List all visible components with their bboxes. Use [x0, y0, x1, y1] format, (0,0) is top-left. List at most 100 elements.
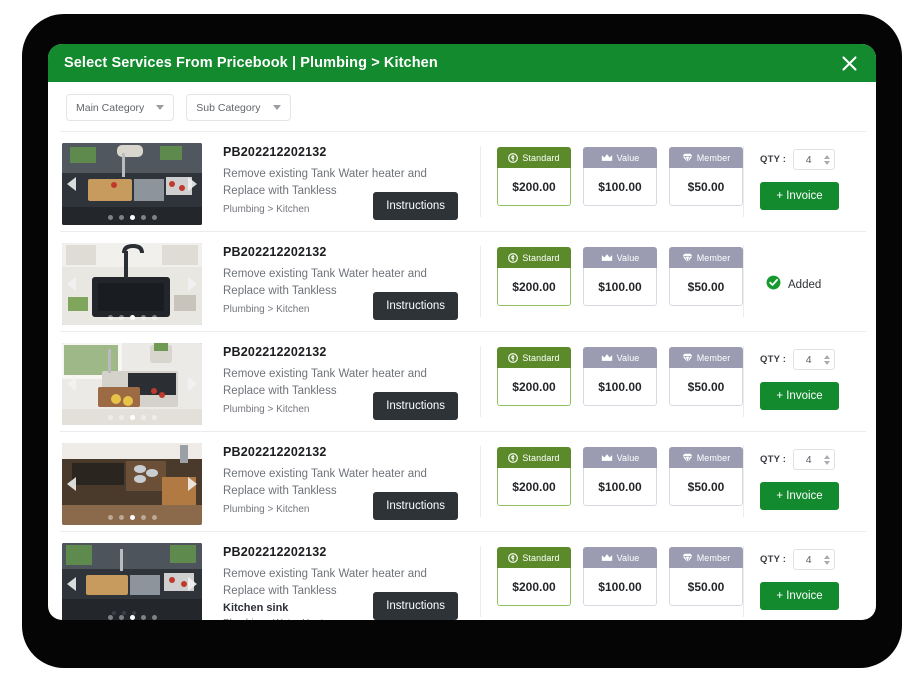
- carousel-prev-icon[interactable]: [67, 277, 76, 291]
- instructions-button[interactable]: Instructions: [373, 492, 458, 520]
- add-to-invoice-button[interactable]: + Invoice: [760, 182, 839, 210]
- carousel-dot[interactable]: [118, 615, 124, 620]
- price-card-standard[interactable]: Standard $200.00: [497, 347, 571, 406]
- service-thumbnail[interactable]: [62, 343, 202, 425]
- carousel-dot[interactable]: [129, 615, 135, 620]
- carousel-dot[interactable]: [107, 615, 113, 620]
- carousel-dot[interactable]: [151, 215, 157, 220]
- carousel-dot[interactable]: [129, 315, 135, 320]
- carousel-dot[interactable]: [107, 415, 113, 420]
- carousel-dot[interactable]: [140, 215, 146, 220]
- price-value-value: $100.00: [583, 168, 657, 206]
- sub-category-select[interactable]: Sub Category: [186, 94, 291, 121]
- carousel-dot[interactable]: [151, 415, 157, 420]
- price-value-value: $100.00: [583, 368, 657, 406]
- instructions-button[interactable]: Instructions: [373, 192, 458, 220]
- carousel-prev-icon[interactable]: [67, 477, 76, 491]
- qty-increment-icon[interactable]: [824, 454, 831, 459]
- dollar-circle-icon: [508, 452, 519, 463]
- carousel-dot[interactable]: [118, 315, 124, 320]
- instructions-button[interactable]: Instructions: [373, 292, 458, 320]
- price-card-value[interactable]: Value $100.00: [583, 247, 657, 306]
- price-card-standard[interactable]: Standard $200.00: [497, 447, 571, 506]
- price-header-member: Member: [669, 447, 743, 468]
- table-row: PB202212202132 Remove existing Tank Wate…: [60, 232, 866, 332]
- qty-value: 4: [805, 353, 812, 366]
- price-card-value[interactable]: Value $100.00: [583, 347, 657, 406]
- service-thumbnail[interactable]: [62, 543, 202, 620]
- service-thumbnail[interactable]: [62, 243, 202, 325]
- price-tier-label: Standard: [522, 352, 560, 363]
- carousel-next-icon[interactable]: [188, 477, 197, 491]
- service-thumbnail[interactable]: [62, 443, 202, 525]
- instructions-button[interactable]: Instructions: [373, 392, 458, 420]
- price-card-standard[interactable]: Standard $200.00: [497, 147, 571, 206]
- price-card-member[interactable]: Member $50.00: [669, 447, 743, 506]
- carousel-prev-icon[interactable]: [67, 577, 76, 591]
- carousel-dot[interactable]: [151, 615, 157, 620]
- carousel-next-icon[interactable]: [188, 277, 197, 291]
- price-tier-label: Standard: [522, 252, 560, 263]
- price-card-standard[interactable]: Standard $200.00: [497, 247, 571, 306]
- carousel-dot[interactable]: [140, 515, 146, 520]
- carousel-dot[interactable]: [118, 515, 124, 520]
- carousel-prev-icon[interactable]: [67, 177, 76, 191]
- chevron-down-icon: [156, 105, 165, 110]
- price-card-value[interactable]: Value $100.00: [583, 147, 657, 206]
- price-card-member[interactable]: Member $50.00: [669, 547, 743, 606]
- qty-decrement-icon[interactable]: [824, 560, 831, 565]
- carousel-dot[interactable]: [118, 215, 124, 220]
- carousel-next-icon[interactable]: [188, 177, 197, 191]
- services-list[interactable]: PB202212202132 Remove existing Tank Wate…: [60, 131, 866, 620]
- carousel-dot[interactable]: [129, 515, 135, 520]
- carousel-dot[interactable]: [140, 615, 146, 620]
- carousel-dot[interactable]: [140, 415, 146, 420]
- carousel-prev-icon[interactable]: [67, 377, 76, 391]
- carousel-dot[interactable]: [151, 315, 157, 320]
- carousel-dot[interactable]: [129, 215, 135, 220]
- add-to-invoice-button[interactable]: + Invoice: [760, 382, 839, 410]
- qty-spinner[interactable]: [823, 354, 834, 365]
- qty-input[interactable]: 4: [793, 149, 836, 170]
- qty-decrement-icon[interactable]: [824, 460, 831, 465]
- price-card-member[interactable]: Member $50.00: [669, 147, 743, 206]
- carousel-dot[interactable]: [118, 415, 124, 420]
- carousel-dot[interactable]: [107, 315, 113, 320]
- main-category-select[interactable]: Main Category: [66, 94, 175, 121]
- qty-spinner[interactable]: [823, 554, 834, 565]
- dollar-circle-icon: [508, 352, 519, 363]
- carousel-dot[interactable]: [129, 415, 135, 420]
- price-tier-label: Value: [616, 352, 640, 363]
- qty-spinner[interactable]: [823, 454, 834, 465]
- service-thumbnail[interactable]: [62, 143, 202, 225]
- price-tier-label: Member: [696, 352, 731, 363]
- carousel-next-icon[interactable]: [188, 377, 197, 391]
- carousel-dot[interactable]: [107, 215, 113, 220]
- close-icon[interactable]: [836, 50, 862, 76]
- price-value-member: $50.00: [669, 168, 743, 206]
- price-card-value[interactable]: Value $100.00: [583, 447, 657, 506]
- price-card-value[interactable]: Value $100.00: [583, 547, 657, 606]
- qty-input[interactable]: 4: [793, 449, 836, 470]
- carousel-dot[interactable]: [107, 515, 113, 520]
- qty-spinner[interactable]: [823, 154, 834, 165]
- qty-input[interactable]: 4: [793, 349, 836, 370]
- qty-decrement-icon[interactable]: [824, 360, 831, 365]
- qty-increment-icon[interactable]: [824, 554, 831, 559]
- quantity-stepper: QTY : 4: [760, 549, 836, 570]
- qty-input[interactable]: 4: [793, 549, 836, 570]
- carousel-next-icon[interactable]: [188, 577, 197, 591]
- add-to-invoice-button[interactable]: + Invoice: [760, 582, 839, 610]
- price-card-member[interactable]: Member $50.00: [669, 247, 743, 306]
- add-to-invoice-button[interactable]: + Invoice: [760, 482, 839, 510]
- qty-increment-icon[interactable]: [824, 154, 831, 159]
- price-card-member[interactable]: Member $50.00: [669, 347, 743, 406]
- carousel-dot[interactable]: [140, 315, 146, 320]
- price-tier-label: Value: [616, 252, 640, 263]
- price-header-value: Value: [583, 347, 657, 368]
- carousel-dot[interactable]: [151, 515, 157, 520]
- instructions-button[interactable]: Instructions: [373, 592, 458, 620]
- qty-increment-icon[interactable]: [824, 354, 831, 359]
- price-card-standard[interactable]: Standard $200.00: [497, 547, 571, 606]
- qty-decrement-icon[interactable]: [824, 160, 831, 165]
